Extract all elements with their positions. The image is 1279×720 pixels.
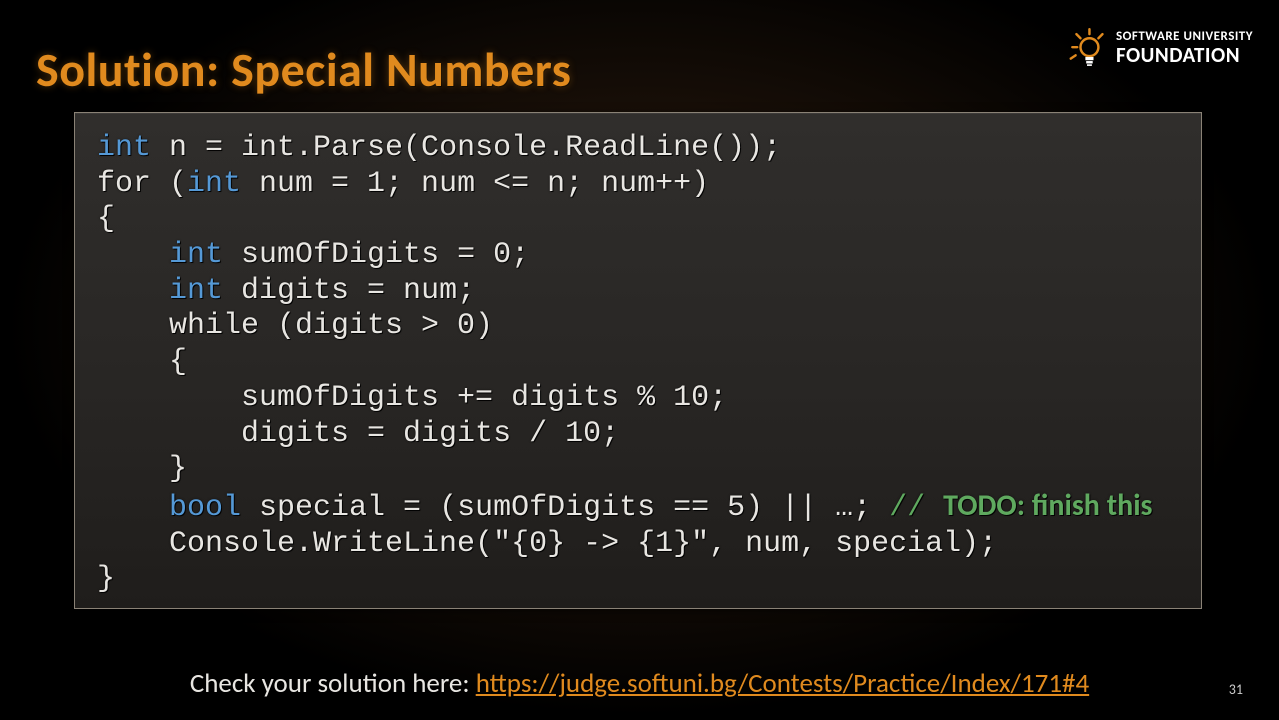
page-number: 31	[1229, 681, 1243, 698]
footer-text: Check your solution here: https://judge.…	[0, 667, 1279, 700]
footer-label: Check your solution here:	[190, 667, 476, 700]
brand-logo: SOFTWARE UNIVERSITY FOUNDATION	[1066, 26, 1253, 70]
code-content: int n = int.Parse(Console.ReadLine()); f…	[97, 131, 1179, 598]
lightbulb-icon	[1066, 26, 1108, 70]
solution-link[interactable]: https://judge.softuni.bg/Contests/Practi…	[476, 667, 1089, 700]
logo-line-2: FOUNDATION	[1116, 44, 1253, 66]
code-block: int n = int.Parse(Console.ReadLine()); f…	[74, 112, 1202, 609]
slide-title: Solution: Special Numbers	[36, 40, 571, 99]
